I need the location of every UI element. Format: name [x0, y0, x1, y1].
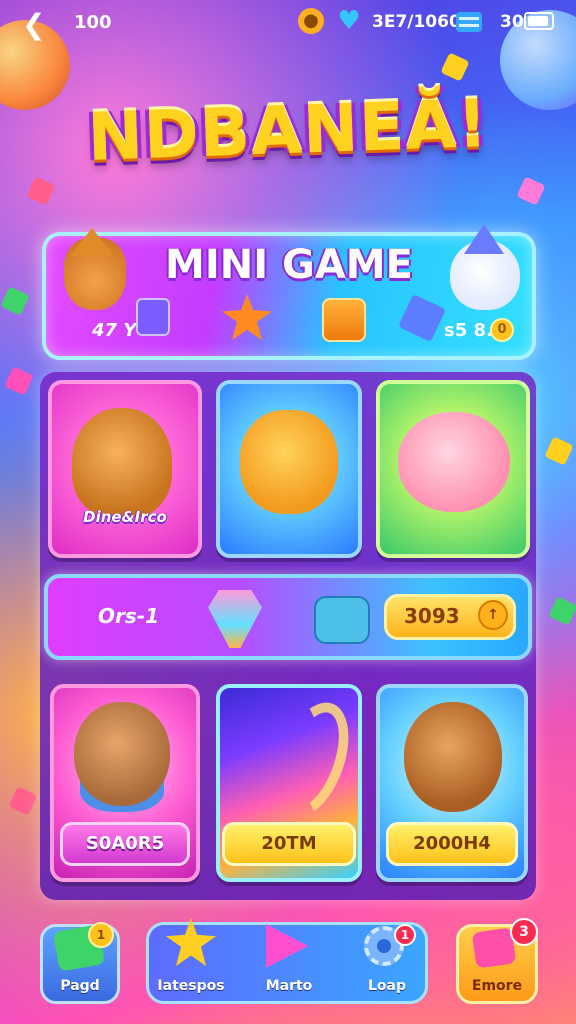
banner-right-value: s5 8. — [444, 320, 493, 341]
raccoon-character-icon — [74, 702, 170, 806]
game-tile-label: Dine&Irco — [83, 508, 167, 526]
notification-badge: 1 — [394, 924, 416, 946]
game-title: NDBANEĂ! — [86, 85, 490, 176]
battery-value: 30 — [500, 12, 524, 32]
tile-button[interactable]: 2000H4 — [386, 822, 518, 866]
battery-icon — [524, 12, 554, 30]
menu-icon[interactable] — [456, 12, 482, 32]
cube-decoration — [516, 176, 546, 206]
coin-icon: 1 — [88, 922, 114, 948]
nav-label: Emore — [471, 978, 523, 994]
chevron-left-icon[interactable]: ❮ — [22, 8, 45, 41]
card-icon — [136, 298, 170, 336]
nav-label[interactable]: Iatespos — [146, 978, 236, 994]
lion-character-icon — [72, 408, 172, 518]
heart-gem-icon: ♥ — [337, 6, 361, 36]
nav-label[interactable]: Loap — [342, 978, 432, 994]
coin-icon: 0 — [490, 318, 514, 342]
wizard-hat-icon — [464, 224, 504, 254]
cube-decoration — [26, 176, 56, 206]
otter-character-icon — [398, 412, 510, 512]
robot-icon — [314, 596, 370, 644]
nav-label[interactable]: Marto — [244, 978, 334, 994]
star-character-icon — [222, 294, 272, 340]
tile-button[interactable]: S0A0R5 — [60, 822, 190, 866]
coin-icon: ↑ — [478, 600, 508, 630]
mini-game-banner[interactable]: MINI GAME 47 Y s5 8. 0 — [42, 224, 536, 360]
nav-label: Pagd — [60, 978, 100, 994]
play-icon[interactable] — [266, 924, 308, 968]
cube-decoration — [0, 286, 30, 316]
reward-pill-value: 3093 — [404, 604, 460, 628]
cube-decoration — [548, 596, 576, 626]
blue-cube-icon — [398, 294, 446, 342]
notification-badge: 3 — [510, 918, 538, 946]
weasel-character-icon — [404, 702, 502, 812]
status-bar: ❮ 100 ● ♥ 3E7/1060 30 — [0, 0, 576, 46]
cube-decoration — [544, 436, 574, 466]
coin-icon: ● — [298, 8, 324, 34]
tile-button[interactable]: 20TM — [222, 822, 356, 866]
reward-bar-label: Ors-1 — [98, 604, 159, 628]
bear-character-icon — [240, 410, 338, 514]
level-counter: 100 — [74, 12, 112, 33]
cube-decoration — [8, 786, 38, 816]
resource-counter: 3E7/1060 — [372, 12, 461, 32]
orange-block-icon — [322, 298, 366, 342]
cube-decoration — [4, 366, 34, 396]
cube-decoration — [440, 52, 470, 82]
banner-left-value: 47 Y — [92, 320, 137, 341]
